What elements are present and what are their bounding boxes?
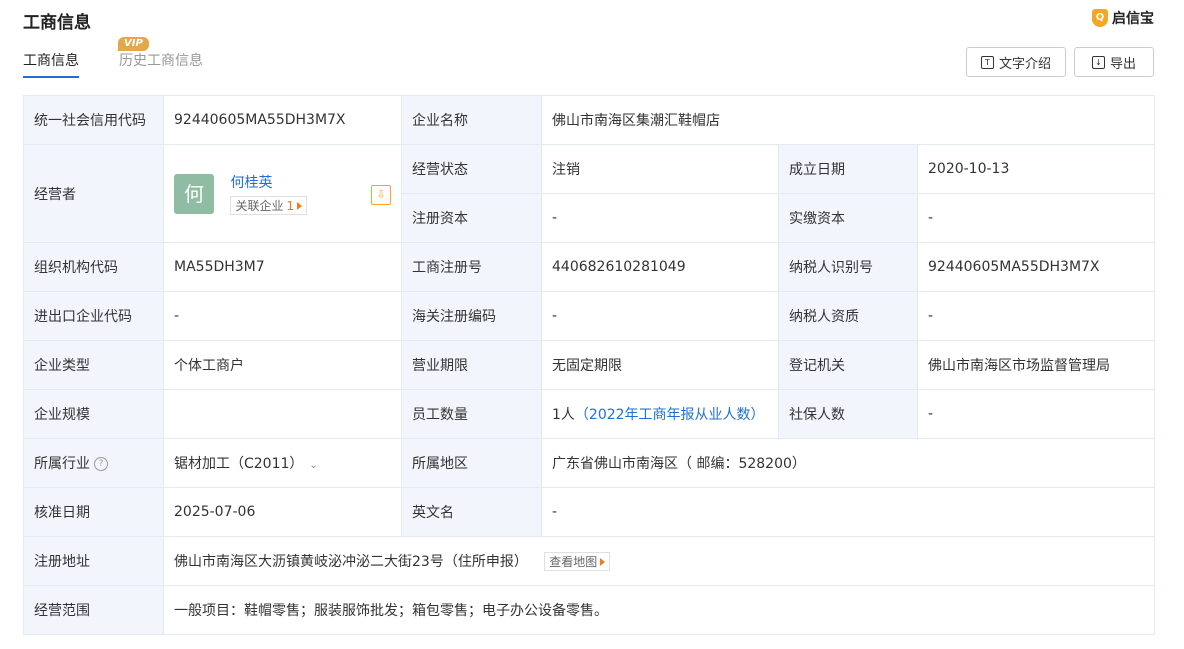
address-cell: 佛山市南海区大沥镇黄岐泌冲泌二大街23号（住所申报） 查看地图 [163,536,1155,586]
scale-value [163,389,402,439]
region-value: 广东省佛山市南海区（ 邮编：528200） [541,438,1155,488]
insured-value: - [917,389,1155,439]
industry-label-cell: 所属行业? [23,438,164,488]
status-value: 注销 [541,144,779,194]
reg-no-value: 440682610281049 [541,242,779,292]
industry-cell: 锯材加工（C2011） ⌄ [163,438,402,488]
staff-cell: 1人（2022年工商年报从业人数） [541,389,779,439]
address-value: 佛山市南海区大沥镇黄岐泌冲泌二大街23号（住所申报） [174,554,528,570]
tax-qual-label: 纳税人资质 [778,291,918,341]
found-date-value: 2020-10-13 [917,144,1155,194]
found-date-label: 成立日期 [778,144,918,194]
org-code-label: 组织机构代码 [23,242,164,292]
company-type-label: 企业类型 [23,340,164,390]
table-row: 经营者 何 何桂英 关联企业 1 ⇩ 经营状态 注销 成立日期 2020-10-… [23,144,1155,243]
shield-icon: Q [1092,9,1108,27]
text-intro-label: 文字介绍 [998,56,1051,72]
tax-id-label: 纳税人识别号 [778,242,918,292]
ie-code-value: - [163,291,402,341]
authority-value: 佛山市南海区市场监督管理局 [917,340,1155,390]
industry-value: 锯材加工（C2011） [174,456,304,472]
chevron-down-icon[interactable]: ⌄ [309,460,317,471]
company-name-label: 企业名称 [401,95,542,145]
table-row: 企业类型 个体工商户 营业期限 无固定期限 登记机关 佛山市南海区市场监督管理局 [23,340,1155,390]
share-icon[interactable]: ⇩ [371,185,391,205]
export-button[interactable]: ↓ 导出 [1074,47,1154,77]
operator-label: 经营者 [23,144,164,243]
avatar: 何 [174,173,214,214]
tax-id-value: 92440605MA55DH3M7X [917,242,1155,292]
reg-capital-value: - [541,193,779,243]
operator-cell: 何 何桂英 关联企业 1 ⇩ [163,144,402,243]
triangle-right-icon [297,201,303,210]
tab-business-info[interactable]: 工商信息 [23,50,79,78]
view-map-label: 查看地图 [549,555,598,569]
scale-label: 企业规模 [23,389,164,439]
related-companies-button[interactable]: 关联企业 1 [230,196,308,215]
approve-date-value: 2025-07-06 [163,487,402,537]
table-row: 所属行业? 锯材加工（C2011） ⌄ 所属地区 广东省佛山市南海区（ 邮编：52… [23,438,1155,488]
page-title: 工商信息 [23,13,91,33]
term-value: 无固定期限 [541,340,779,390]
insured-label: 社保人数 [778,389,918,439]
authority-label: 登记机关 [778,340,918,390]
table-row: 核准日期 2025-07-06 英文名 - [23,487,1155,537]
brand-logo: Q 启信宝 [1092,8,1154,28]
approve-date-label: 核准日期 [23,487,164,537]
export-label: 导出 [1109,56,1136,72]
operator-name-link[interactable]: 何桂英 [230,172,307,192]
status-label: 经营状态 [401,144,542,194]
text-icon: T [980,55,994,69]
scope-label: 经营范围 [23,585,164,635]
related-label: 关联企业 [235,199,284,213]
triangle-right-icon [600,557,606,566]
staff-label: 员工数量 [401,389,542,439]
english-name-label: 英文名 [401,487,542,537]
table-row: 经营范围 一般项目：鞋帽零售；服装服饰批发；箱包零售；电子办公设备零售。 [23,585,1155,635]
business-info-table: 统一社会信用代码 92440605MA55DH3M7X 企业名称 佛山市南海区集… [23,95,1155,635]
paid-capital-label: 实缴资本 [778,193,918,243]
table-row: 企业规模 员工数量 1人（2022年工商年报从业人数） 社保人数 - [23,389,1155,439]
operator-info: 何桂英 关联企业 1 [230,172,308,215]
credit-code-label: 统一社会信用代码 [23,95,164,145]
paid-capital-value: - [917,193,1155,243]
staff-note-link[interactable]: （2022年工商年报从业人数） [575,407,765,423]
table-row: 进出口企业代码 - 海关注册编码 - 纳税人资质 - [23,291,1155,341]
brand-name: 启信宝 [1112,11,1154,27]
scope-value: 一般项目：鞋帽零售；服装服饰批发；箱包零售；电子办公设备零售。 [163,585,1155,635]
reg-no-label: 工商注册号 [401,242,542,292]
view-map-button[interactable]: 查看地图 [544,552,611,571]
industry-label: 所属行业 [34,456,90,472]
english-name-value: - [541,487,1155,537]
help-icon[interactable]: ? [94,457,108,471]
related-count: 1 [286,198,295,213]
tax-qual-value: - [917,291,1155,341]
term-label: 营业期限 [401,340,542,390]
tab-bar: 工商信息 历史工商信息 [23,50,203,78]
customs-code-value: - [541,291,779,341]
credit-code-value: 92440605MA55DH3M7X [163,95,402,145]
ie-code-label: 进出口企业代码 [23,291,164,341]
table-row: 注册地址 佛山市南海区大沥镇黄岐泌冲泌二大街23号（住所申报） 查看地图 [23,536,1155,586]
region-label: 所属地区 [401,438,542,488]
text-intro-button[interactable]: T 文字介绍 [966,47,1066,77]
address-label: 注册地址 [23,536,164,586]
download-icon: ↓ [1091,55,1105,69]
table-row: 统一社会信用代码 92440605MA55DH3M7X 企业名称 佛山市南海区集… [23,95,1155,145]
reg-capital-label: 注册资本 [401,193,542,243]
customs-code-label: 海关注册编码 [401,291,542,341]
vip-badge: VIP [118,37,149,51]
staff-value: 1人 [552,407,575,423]
company-name-value: 佛山市南海区集潮汇鞋帽店 [541,95,1155,145]
company-type-value: 个体工商户 [163,340,402,390]
tab-history-business-info[interactable]: 历史工商信息 [119,50,203,78]
table-row: 组织机构代码 MA55DH3M7 工商注册号 440682610281049 纳… [23,242,1155,292]
org-code-value: MA55DH3M7 [163,242,402,292]
